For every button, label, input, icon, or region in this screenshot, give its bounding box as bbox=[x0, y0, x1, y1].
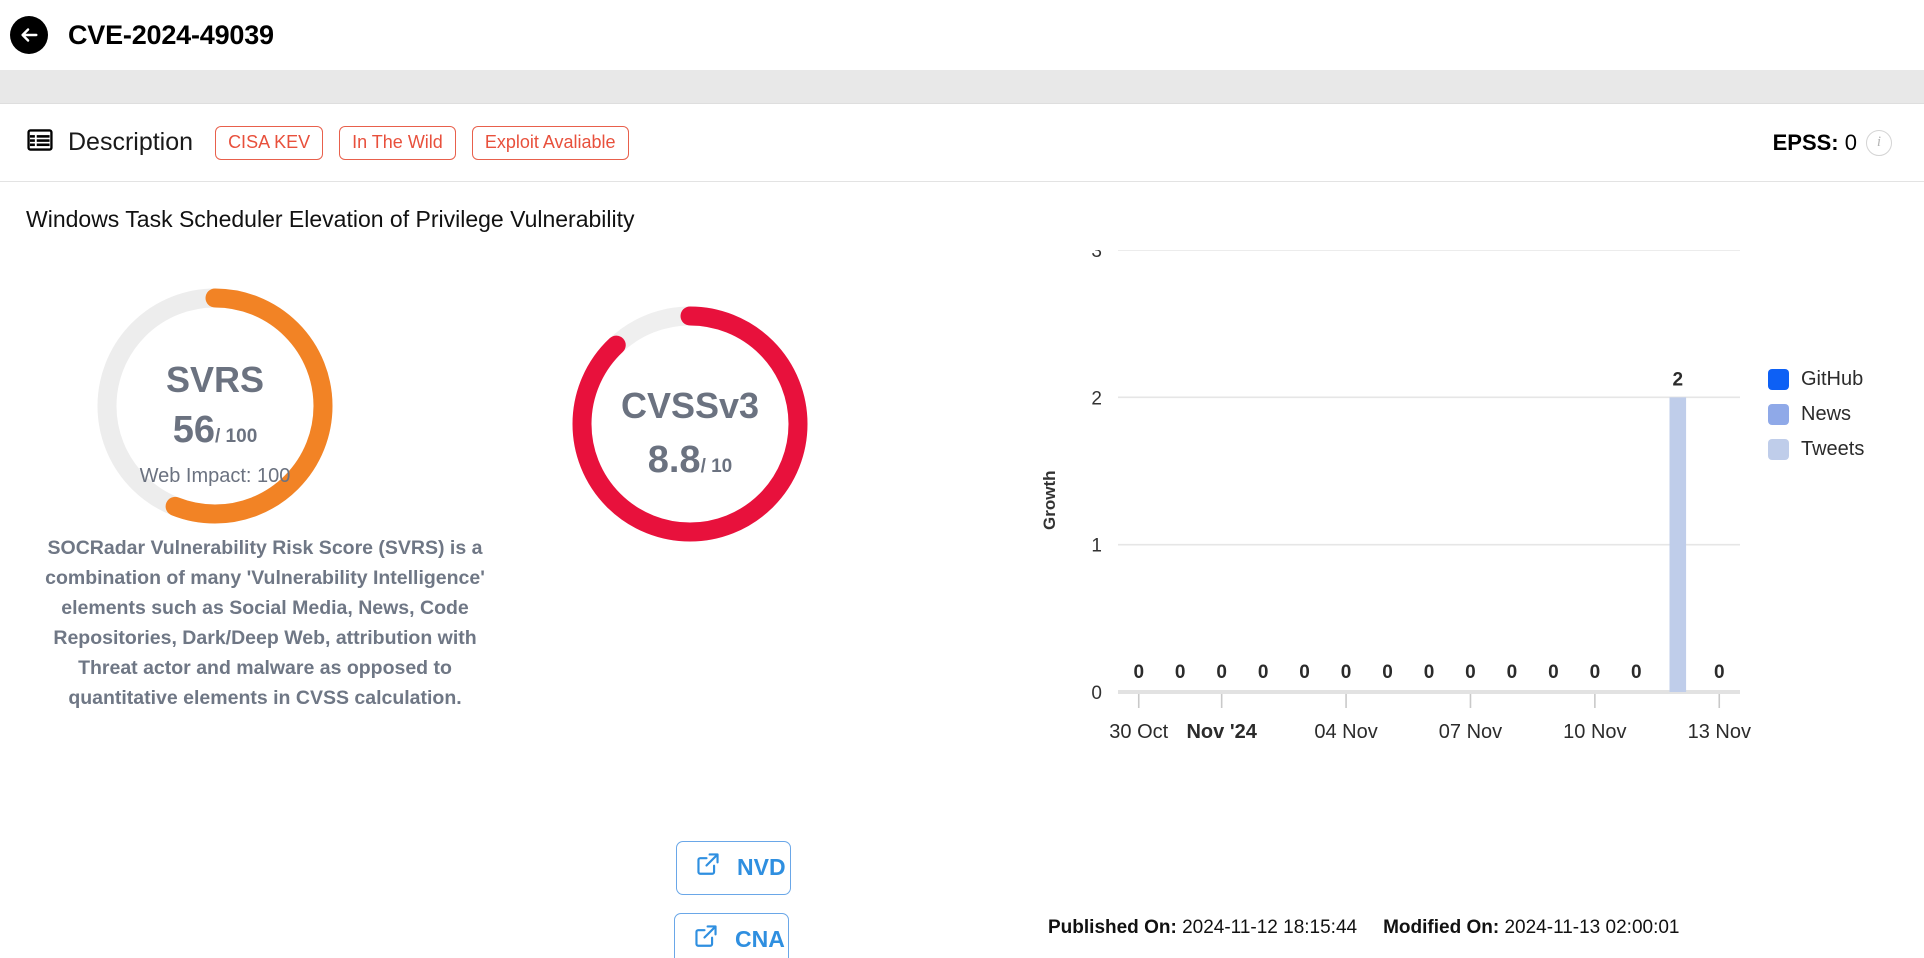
legend-swatch-github bbox=[1768, 369, 1789, 390]
badge-cisa-kev[interactable]: CISA KEV bbox=[215, 125, 324, 160]
svg-text:0: 0 bbox=[1631, 662, 1642, 683]
badge-in-the-wild[interactable]: In The Wild bbox=[339, 125, 456, 160]
growth-bar-chart: 0 1 2 3 0 0 0 0 0 0 0 0 0 0 0 0 0 2 0 30 Oct Nov '24 04 Nov 07… bbox=[1091, 250, 1751, 743]
svg-text:13 Nov: 13 Nov bbox=[1688, 721, 1751, 743]
svg-text:3: 3 bbox=[1091, 250, 1102, 262]
svg-text:0: 0 bbox=[1590, 662, 1601, 683]
svrs-donut bbox=[97, 288, 333, 524]
svg-text:0: 0 bbox=[1216, 662, 1227, 683]
nvd-label: NVD bbox=[737, 853, 786, 880]
legend-item-github[interactable]: GitHub bbox=[1768, 368, 1864, 391]
chart-legend: GitHub News Tweets bbox=[1768, 368, 1864, 461]
svg-text:0: 0 bbox=[1091, 683, 1102, 704]
svrs-value: 56 bbox=[172, 409, 215, 451]
page-header: CVE-2024-49039 bbox=[0, 0, 1924, 70]
info-circle-icon[interactable]: i bbox=[1866, 129, 1892, 156]
cna-link-button[interactable]: CNA bbox=[674, 913, 789, 958]
cvss-denominator: / 10 bbox=[700, 456, 733, 477]
svrs-gauge-title: SVRS bbox=[165, 359, 265, 400]
svg-text:0: 0 bbox=[1465, 662, 1476, 683]
svg-text:10 Nov: 10 Nov bbox=[1563, 721, 1626, 743]
legend-label-github: GitHub bbox=[1801, 368, 1864, 390]
svg-text:0: 0 bbox=[1507, 662, 1518, 683]
svg-text:2: 2 bbox=[1091, 388, 1102, 409]
svg-text:0: 0 bbox=[1299, 662, 1310, 683]
svg-text:Nov '24: Nov '24 bbox=[1186, 721, 1257, 743]
legend-label-news: News bbox=[1801, 403, 1852, 425]
cvss-value: 8.8 bbox=[647, 439, 701, 481]
svg-text:1: 1 bbox=[1091, 536, 1102, 557]
svg-text:2: 2 bbox=[1673, 369, 1684, 390]
svg-text:0: 0 bbox=[1424, 662, 1435, 683]
svrs-gauge-score: 56/ 100 bbox=[90, 409, 340, 452]
modified-on-label: Modified On: bbox=[1383, 917, 1500, 938]
epss-value: 0 bbox=[1844, 129, 1857, 155]
svg-text:0: 0 bbox=[1548, 662, 1559, 683]
page-title: CVE-2024-49039 bbox=[68, 19, 274, 50]
svg-text:0: 0 bbox=[1133, 662, 1144, 683]
epss-label: EPSS: bbox=[1772, 129, 1839, 155]
svrs-web-impact: Web Impact: 100 bbox=[139, 465, 291, 487]
vulnerability-summary: Windows Task Scheduler Elevation of Priv… bbox=[26, 206, 635, 232]
published-on-value: 2024-11-12 18:15:44 bbox=[1182, 917, 1358, 938]
record-dates: Published On: 2024-11-12 18:15:44 Modifie… bbox=[1048, 917, 1680, 939]
svg-text:0: 0 bbox=[1175, 662, 1186, 683]
table-list-icon bbox=[26, 126, 54, 159]
badge-exploit-available[interactable]: Exploit Avaliable bbox=[471, 125, 629, 160]
description-bar: Description CISA KEV In The Wild Exploit… bbox=[0, 104, 1924, 182]
cvss-gauge-title: CVSSv3 bbox=[620, 385, 760, 426]
cvss-gauge-score: 8.8/ 10 bbox=[565, 439, 815, 482]
cna-label: CNA bbox=[735, 925, 785, 952]
external-link-buttons: NVD CNA bbox=[674, 841, 791, 958]
back-button[interactable] bbox=[10, 16, 48, 54]
legend-label-tweets: Tweets bbox=[1801, 438, 1865, 460]
svg-text:04 Nov: 04 Nov bbox=[1314, 721, 1377, 743]
legend-swatch-news bbox=[1768, 404, 1789, 425]
svg-text:30 Oct: 30 Oct bbox=[1109, 721, 1168, 743]
published-on-label: Published On: bbox=[1048, 917, 1177, 938]
epss-score: EPSS: 0 bbox=[1773, 130, 1857, 156]
epss-group: EPSS: 0 i bbox=[1773, 129, 1900, 156]
svrs-gauge: SVRS 56/ 100 Web Impact: 100 bbox=[90, 281, 340, 531]
svg-text:0: 0 bbox=[1714, 662, 1725, 683]
external-link-icon bbox=[695, 851, 721, 883]
nvd-link-button[interactable]: NVD bbox=[676, 841, 791, 895]
svrs-denominator: / 100 bbox=[215, 426, 258, 447]
modified-on-value: 2024-11-13 02:00:01 bbox=[1504, 917, 1680, 938]
chart-y-axis-label: Growth bbox=[1040, 470, 1059, 531]
svrs-description: SOCRadar Vulnerability Risk Score (SVRS)… bbox=[45, 537, 485, 709]
arrow-left-icon bbox=[18, 24, 40, 46]
svg-text:0: 0 bbox=[1341, 662, 1352, 683]
section-separator-band bbox=[0, 70, 1924, 104]
external-link-icon bbox=[693, 923, 719, 955]
description-label: Description bbox=[68, 128, 194, 156]
svg-text:07 Nov: 07 Nov bbox=[1439, 721, 1502, 743]
legend-item-tweets[interactable]: Tweets bbox=[1768, 438, 1864, 461]
tag-badge-group: CISA KEV In The Wild Exploit Avaliable bbox=[215, 125, 629, 160]
legend-swatch-tweets bbox=[1768, 439, 1789, 460]
cvss-gauge: CVSSv3 8.8/ 10 bbox=[565, 299, 815, 549]
svg-text:0: 0 bbox=[1258, 662, 1269, 683]
legend-item-news[interactable]: News bbox=[1768, 403, 1864, 426]
svg-text:0: 0 bbox=[1382, 662, 1393, 683]
